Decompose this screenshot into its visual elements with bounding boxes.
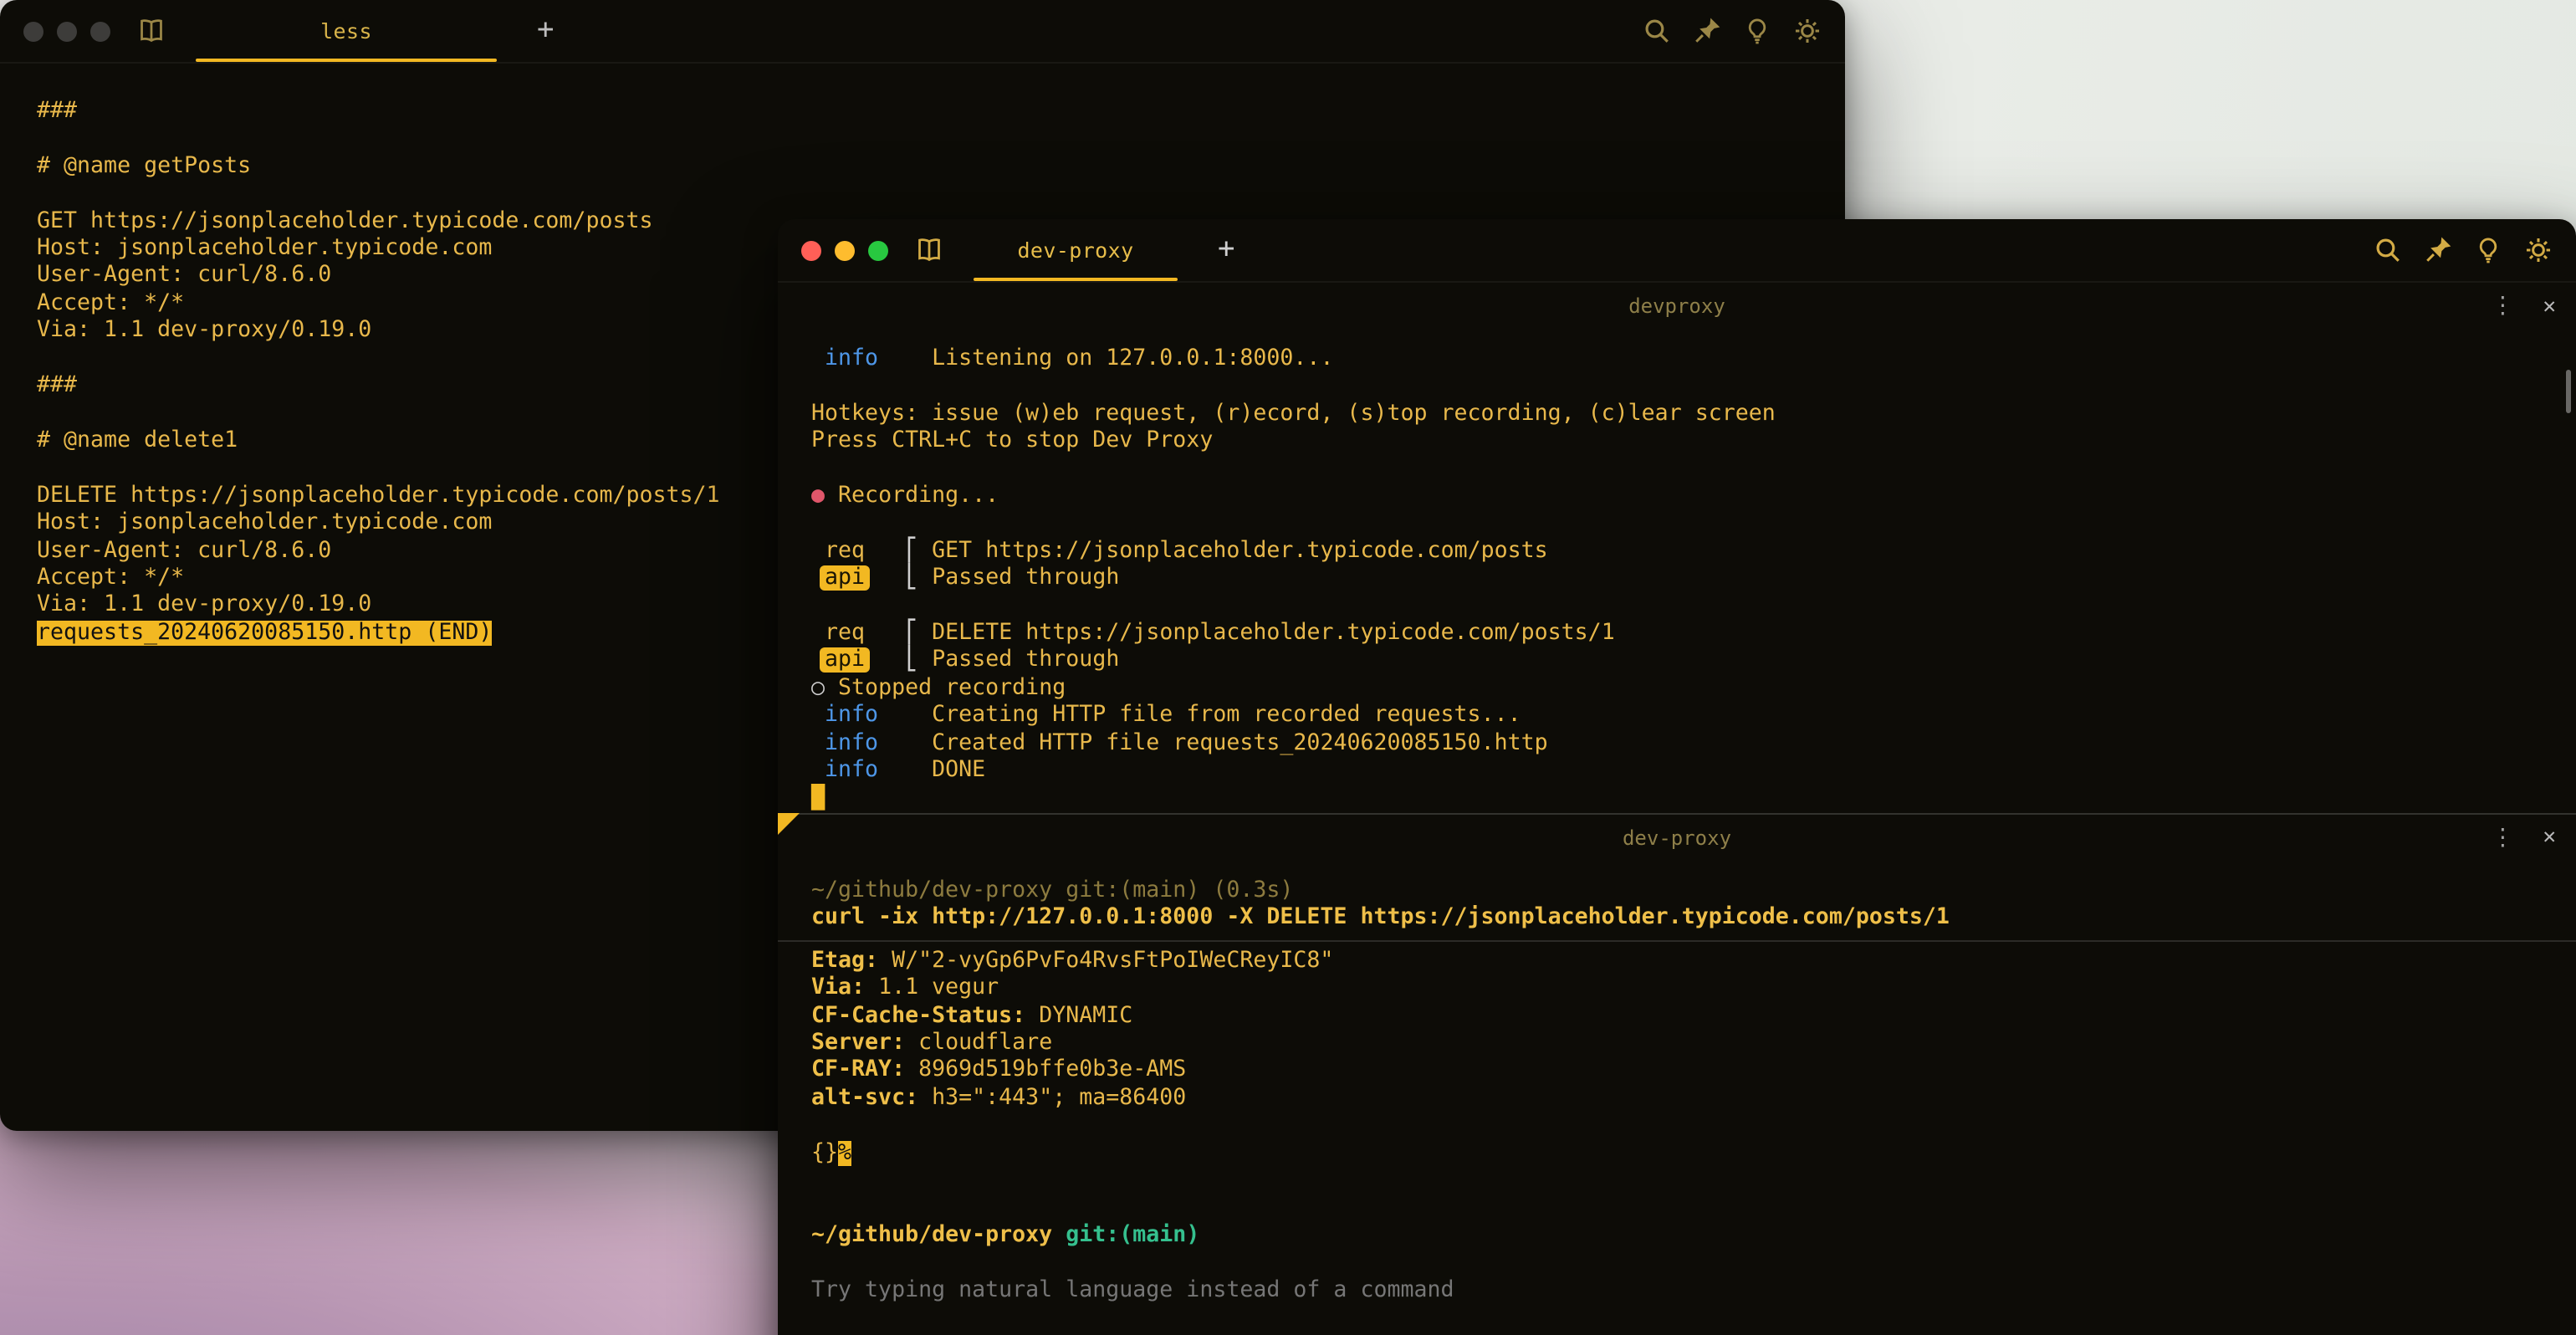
scrollbar-thumb[interactable] [2566,370,2571,413]
search-icon[interactable] [2374,236,2402,264]
bookmarks-icon[interactable] [137,17,166,45]
lightbulb-icon[interactable] [2474,236,2502,264]
titlebar-dev-proxy: dev-proxy + [778,219,2576,283]
tab-dev-proxy[interactable]: dev-proxy [967,219,1184,281]
shell-terminal-output[interactable]: ~/github/dev-proxy git:(main) (0.3s)curl… [778,862,2576,1305]
close-window-button[interactable] [801,240,821,260]
pane-menu-icon[interactable]: ⋮ [2491,826,2514,850]
traffic-lights [23,21,110,41]
screen: less + [0,0,2576,1335]
minimize-window-button[interactable] [57,21,77,41]
pane-devproxy-header: devproxy ⋮ ✕ [778,283,2576,330]
pane-actions: ⋮ ✕ [2491,815,2556,862]
tab-less[interactable]: less [189,0,503,62]
pin-icon[interactable] [1693,17,1721,45]
new-tab-button[interactable]: + [537,17,555,45]
pane-title: dev-proxy [1623,826,1731,850]
tab-dev-proxy-label: dev-proxy [1017,238,1133,263]
titlebar-actions [1643,17,1822,45]
titlebar-actions [2374,236,2553,264]
titlebar-less: less + [0,0,1845,64]
pane-close-icon[interactable]: ✕ [2543,827,2556,849]
lightbulb-icon[interactable] [1743,17,1771,45]
search-icon[interactable] [1643,17,1671,45]
close-window-button[interactable] [23,21,43,41]
traffic-lights [801,240,888,260]
devproxy-terminal-output[interactable]: info Listening on 127.0.0.1:8000... Hotk… [778,330,2576,813]
tab-less-label: less [320,18,372,43]
pane-menu-icon[interactable]: ⋮ [2491,294,2514,318]
gear-icon[interactable] [2524,236,2553,264]
terminal-window-dev-proxy[interactable]: dev-proxy + [778,219,2576,1335]
pane-shell: dev-proxy ⋮ ✕ ~/github/dev-proxy git:(ma… [778,815,2576,1305]
gear-icon[interactable] [1793,17,1822,45]
bookmarks-icon[interactable] [915,236,943,264]
zoom-window-button[interactable] [90,21,110,41]
pin-icon[interactable] [2424,236,2452,264]
pane-close-icon[interactable]: ✕ [2543,295,2556,317]
new-tab-button[interactable]: + [1218,236,1235,264]
pane-shell-header: dev-proxy ⋮ ✕ [778,815,2576,862]
pane-actions: ⋮ ✕ [2491,283,2556,330]
pane-title: devproxy [1628,294,1725,318]
zoom-window-button[interactable] [868,240,888,260]
minimize-window-button[interactable] [835,240,855,260]
pane-devproxy: devproxy ⋮ ✕ info Listening on 127.0.0.1… [778,283,2576,813]
